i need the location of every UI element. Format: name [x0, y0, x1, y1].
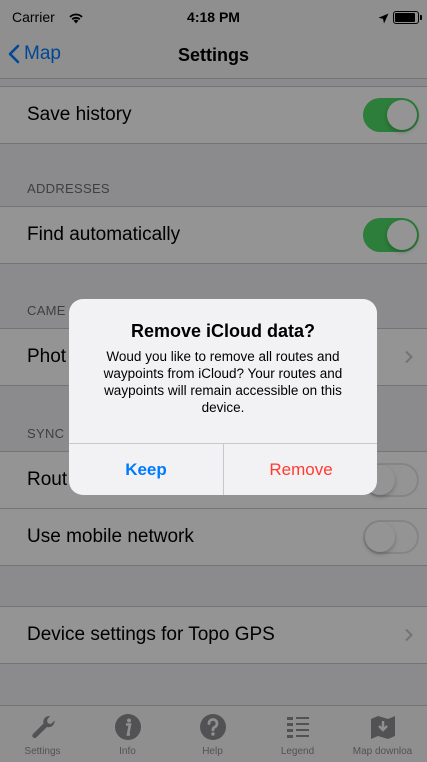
- alert-title: Remove iCloud data?: [130, 321, 316, 341]
- keep-button[interactable]: Keep: [69, 444, 223, 495]
- remove-icloud-alert: Remove iCloud data? Woud you like to rem…: [69, 299, 377, 495]
- settings-screen: Carrier 4:18 PM Map Settings Save histor…: [0, 0, 427, 762]
- alert-message: Woud you like to remove all routes and w…: [103, 349, 343, 415]
- remove-button[interactable]: Remove: [224, 444, 377, 495]
